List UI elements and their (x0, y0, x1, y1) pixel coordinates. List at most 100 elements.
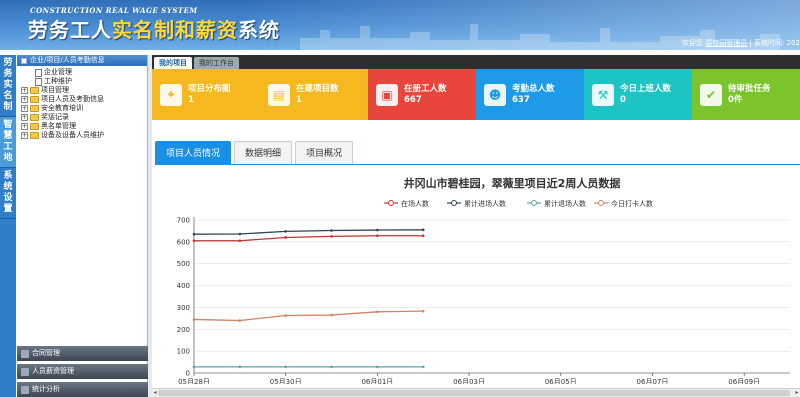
x-tick-label: 06月05日 (545, 378, 577, 384)
legend-marker (451, 200, 457, 206)
y-tick-label: 300 (177, 304, 190, 312)
data-point (238, 232, 242, 236)
data-point (284, 230, 287, 233)
tree-item[interactable]: + 黑名单管理 (21, 122, 147, 131)
y-tick-label: 500 (177, 260, 190, 268)
folder-icon (30, 87, 39, 94)
legend-marker (531, 200, 537, 206)
expand-icon[interactable]: + (21, 132, 28, 139)
summary-card[interactable]: ✔ 待审批任务 0件 (692, 69, 800, 120)
tree-item-label: 安全教育培训 (41, 104, 83, 112)
series-line (193, 229, 424, 235)
system-time: | 系统时间: 202 (749, 39, 800, 47)
tree-item-label: 工种维护 (44, 77, 72, 85)
expand-icon[interactable]: + (21, 96, 28, 103)
sub-tab[interactable]: 数据明细 (234, 141, 293, 165)
top-tab[interactable]: 我的工作台 (194, 57, 239, 69)
horizontal-scrollbar[interactable]: ◂ ▸ (152, 388, 800, 397)
sub-tab[interactable]: 项目概况 (295, 141, 354, 165)
module-tab[interactable]: 智慧工地 (0, 117, 16, 168)
tree-header[interactable]: 企业/项目/人员考勤信息 (17, 55, 147, 66)
summary-card[interactable]: ▤ 在建项目数 1 (260, 69, 368, 120)
expand-icon[interactable]: + (21, 114, 28, 121)
data-point (376, 234, 379, 238)
card-label: 待审批任务 (728, 83, 771, 94)
module-nav: 劳务实名制 智慧工地 系统设置 (0, 55, 16, 397)
personnel-line-chart: 井冈山市碧桂园，翠薇里项目近2周人员数据在场人数 累计进场人数 累计退场人数 今日打卡… (177, 176, 790, 384)
expand-icon[interactable]: + (21, 87, 28, 94)
accordion-section[interactable]: 统计分析 (17, 382, 148, 397)
top-tab[interactable]: 我的项目 (154, 57, 192, 69)
tree-item-label: 奖惩记录 (41, 113, 69, 121)
legend-label: 累计进场人数 (464, 199, 506, 208)
data-point (376, 228, 379, 232)
document-icon: ▤ (268, 83, 290, 106)
tree-item[interactable]: 企业管理 (21, 68, 147, 77)
card-value: 637 (512, 94, 530, 105)
header-banner: CONSTRUCTION REAL WAGE SYSTEM 劳务工人实名制和薪资… (0, 0, 800, 50)
scroll-right-icon[interactable]: ▸ (794, 389, 800, 397)
accordion-section[interactable]: 人员薪资管理 (17, 364, 148, 379)
data-point (330, 235, 333, 238)
legend-marker (598, 200, 604, 206)
data-point (376, 310, 379, 314)
system-title: 劳务工人实名制和薪资系统 (28, 18, 280, 42)
x-tick-label: 06月07日 (637, 378, 669, 384)
module-tab[interactable]: 系统设置 (0, 168, 16, 219)
welcome-bar: 欢迎您:碧桂园管理员 | 系统时间: 202 (682, 38, 800, 48)
expand-icon[interactable]: + (21, 105, 28, 112)
data-point (284, 365, 287, 369)
y-tick-label: 400 (177, 282, 190, 290)
x-tick-label: 06月01日 (361, 378, 393, 384)
summary-cards: ⌖ 项目分布图 1 ▤ 在建项目数 1 ▣ 在册工人数 667 ☻ 考勤总人数 637 ⚒ 今日上班人数 0… (152, 69, 800, 120)
tree-item[interactable]: + 设备及设备人员维护 (21, 131, 147, 140)
data-point (238, 365, 242, 369)
tree-item[interactable]: + 安全教育培训 (21, 104, 147, 113)
tree-item[interactable]: + 项目管理 (21, 86, 147, 95)
summary-card[interactable]: ⚒ 今日上班人数 0 (584, 69, 692, 120)
x-tick-label: 06月09日 (728, 378, 760, 384)
series-line (194, 235, 424, 242)
main-area: 我的项目 我的工作台 ⌖ 项目分布图 1 ▤ 在建项目数 1 ▣ 在册工人数 667 ☻ 考勤总人数 6… (152, 55, 800, 397)
data-point (421, 228, 425, 232)
card-label: 在建项目数 (296, 83, 339, 94)
card-value: 0件 (728, 94, 743, 105)
user-link[interactable]: 碧桂园管理员 (705, 39, 747, 47)
tree-item[interactable]: + 项目人员及考勤信息 (21, 95, 147, 104)
y-tick-label: 0 (186, 370, 190, 378)
top-tabs: 我的项目 我的工作台 (152, 55, 800, 69)
legend-label: 今日打卡人数 (611, 199, 653, 208)
accordion-section[interactable]: 合同管理 (17, 346, 148, 361)
summary-card[interactable]: ▣ 在册工人数 667 (368, 69, 476, 120)
data-point (330, 365, 333, 369)
module-tab[interactable]: 劳务实名制 (0, 55, 16, 117)
data-point (238, 319, 242, 322)
expand-icon[interactable]: + (21, 123, 28, 130)
summary-card[interactable]: ☻ 考勤总人数 637 (476, 69, 584, 120)
tree-item-label: 设备及设备人员维护 (41, 131, 104, 139)
summary-card[interactable]: ⌖ 项目分布图 1 (152, 69, 260, 120)
data-point (192, 318, 196, 321)
section-label: 人员薪资管理 (32, 367, 74, 375)
data-point (284, 314, 287, 317)
card-value: 1 (188, 94, 194, 105)
id-card-icon: ▣ (376, 83, 398, 106)
section-icon (21, 349, 29, 358)
scroll-thumb[interactable] (158, 390, 790, 396)
tree-item[interactable]: 工种维护 (21, 77, 147, 86)
y-tick-label: 100 (177, 348, 190, 356)
card-label: 今日上班人数 (620, 83, 672, 94)
legend-marker (388, 200, 394, 206)
folder-icon (30, 132, 39, 139)
sub-tabs: 项目人员情况 数据明细 项目概况 (155, 141, 354, 165)
clipboard-icon: ✔ (700, 83, 722, 106)
tree-item[interactable]: + 奖惩记录 (21, 113, 147, 122)
section-label: 合同管理 (32, 349, 60, 357)
collapse-icon (21, 57, 27, 64)
document-icon (35, 77, 42, 86)
tree-item-label: 黑名单管理 (41, 122, 76, 130)
tree-item-label: 企业管理 (44, 68, 72, 76)
sub-tab[interactable]: 项目人员情况 (155, 141, 232, 165)
folder-icon (30, 96, 39, 103)
data-point (192, 239, 196, 243)
